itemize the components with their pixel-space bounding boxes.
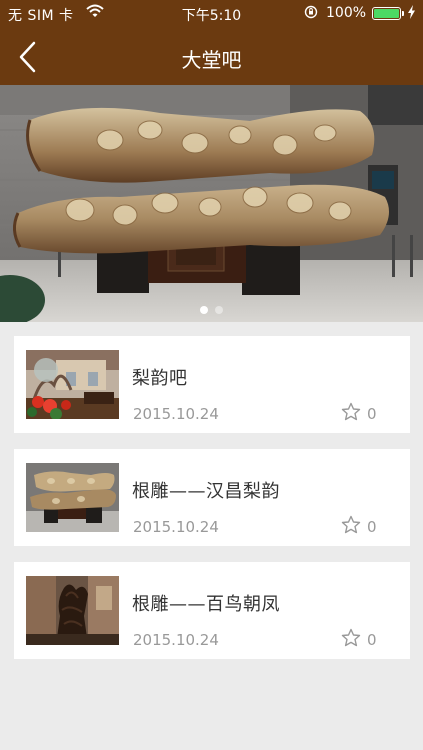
rotation-lock-icon [304,5,318,19]
item-title: 根雕——汉昌梨韵 [132,481,280,502]
list-item[interactable]: 根雕——百鸟朝凤 2015.10.24 0 [14,562,410,659]
top-bar: 无 SIM 卡 下午5:10 100% 大堂吧 [0,0,423,85]
star-outline-icon[interactable] [341,515,361,535]
item-date: 2015.10.24 [133,405,219,423]
favorite-count: 0 [367,405,377,423]
carousel-dot-2[interactable] [215,306,223,314]
favorite-count: 0 [367,631,377,649]
item-title: 根雕——百鸟朝凤 [132,594,280,615]
star-outline-icon[interactable] [341,628,361,648]
item-list: 梨韵吧 2015.10.24 0 根雕——汉昌梨韵 2015.10.24 0 根… [14,336,410,675]
list-item[interactable]: 梨韵吧 2015.10.24 0 [14,336,410,433]
battery-icon [372,7,404,20]
list-item[interactable]: 根雕——汉昌梨韵 2015.10.24 0 [14,449,410,546]
carousel-indicator [0,306,423,316]
star-outline-icon[interactable] [341,402,361,422]
status-bar: 无 SIM 卡 下午5:10 100% [0,0,423,28]
favorite-count: 0 [367,518,377,536]
banner-image [0,85,423,322]
page-title: 大堂吧 [181,48,242,72]
item-title: 梨韵吧 [132,368,188,389]
charging-bolt-icon [407,5,416,19]
item-thumbnail [26,350,119,419]
item-thumbnail [26,576,119,645]
banner-carousel[interactable] [0,85,423,322]
item-thumbnail [26,463,119,532]
carousel-dot-1[interactable] [200,306,208,314]
item-date: 2015.10.24 [133,631,219,649]
item-date: 2015.10.24 [133,518,219,536]
battery-percent: 100% [326,5,367,21]
